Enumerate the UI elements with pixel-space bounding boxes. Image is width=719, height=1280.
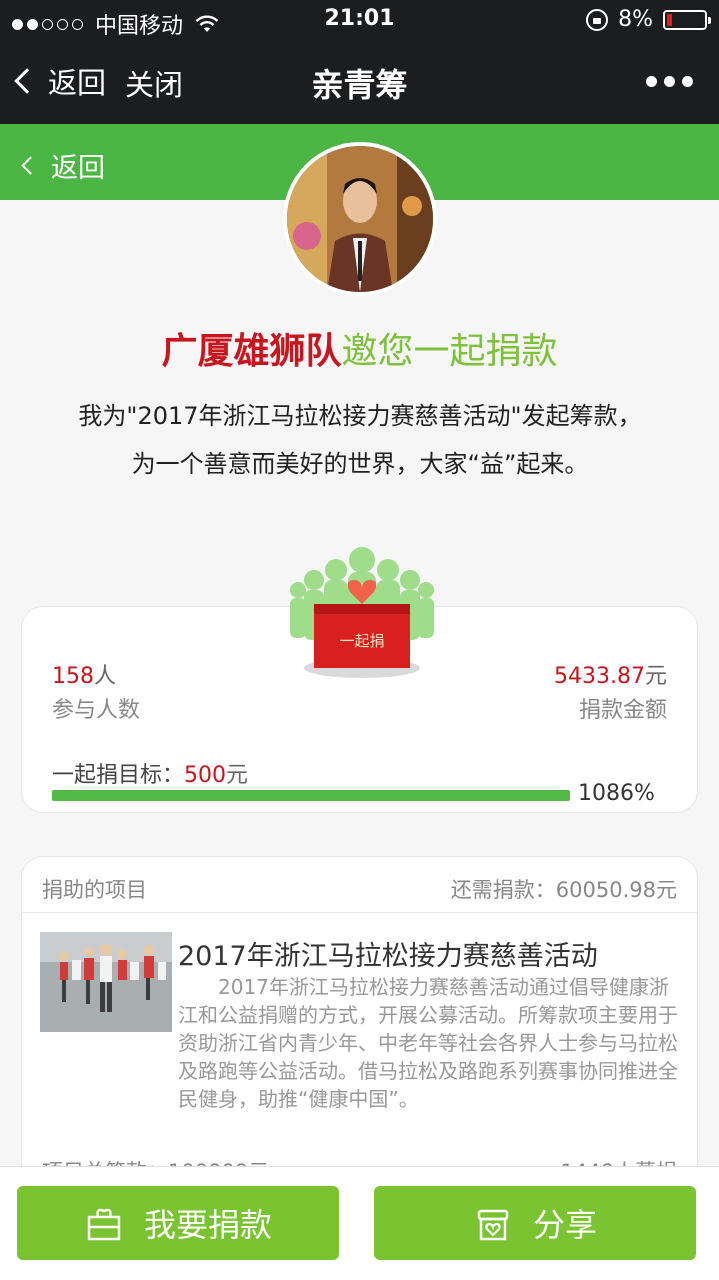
donation-box-icon: 一起捐 xyxy=(290,547,434,678)
fundraise-description: 我为"2017年浙江马拉松接力赛慈善活动"发起筹款，为一个善意而美好的世界，大家… xyxy=(78,402,642,478)
gift-box-icon xyxy=(87,1208,121,1241)
browser-nav-bar: 返回 关闭 亲青筹 xyxy=(0,40,719,124)
donation-box-label: 一起捐 xyxy=(339,632,384,650)
goal-unit: 元 xyxy=(226,763,249,788)
project-photo xyxy=(40,932,172,1032)
team-name: 广厦雄狮队 xyxy=(161,331,342,372)
project-description: 2017年浙江马拉松接力赛慈善活动通过倡导健康浙江和公益捐赠的方式，开展公募活动… xyxy=(178,975,678,1111)
battery-percent: 8% xyxy=(618,7,653,32)
goal-text: 一起捐目标：500元 xyxy=(52,757,248,789)
progress-fill xyxy=(52,790,570,801)
goal-label: 一起捐目标： xyxy=(52,763,185,788)
amount-label: 捐款金额 xyxy=(578,698,667,723)
more-options-icon[interactable] xyxy=(646,76,693,87)
share-button-label: 分享 xyxy=(532,1206,597,1244)
participants-number: 158 xyxy=(52,664,94,689)
amount-number: 5433.87 xyxy=(554,664,645,689)
share-gift-icon xyxy=(477,1209,509,1241)
battery-icon xyxy=(663,9,711,30)
page-back-label: 返回 xyxy=(51,153,105,184)
chevron-left-icon xyxy=(21,156,40,175)
project-title[interactable]: 2017年浙江马拉松接力赛慈善活动 xyxy=(178,934,598,973)
divider xyxy=(21,912,698,913)
status-bar: 中国移动 21:01 8% xyxy=(0,0,719,40)
rotation-lock-icon xyxy=(586,8,609,31)
nav-title: 亲青筹 xyxy=(311,66,408,104)
avatar xyxy=(283,142,437,296)
participants-unit: 人 xyxy=(94,664,117,689)
share-button[interactable]: 分享 xyxy=(374,1186,696,1260)
avatar-photo xyxy=(287,146,433,292)
participants-count: 158人 xyxy=(52,658,116,690)
project-section-label: 捐助的项目 xyxy=(42,878,147,902)
goal-value: 500 xyxy=(184,763,227,788)
remaining-amount: 还需捐款：60050.98元 xyxy=(450,878,677,902)
donate-button-label: 我要捐款 xyxy=(143,1206,272,1244)
invite-heading: 广厦雄狮队邀您一起捐款 xyxy=(0,322,719,374)
amount-unit: 元 xyxy=(644,664,667,689)
progress-percent: 1086% xyxy=(578,781,655,806)
page-back-button[interactable]: 返回 xyxy=(21,146,105,185)
invite-text: 邀您一起捐款 xyxy=(341,331,558,372)
donate-button[interactable]: 我要捐款 xyxy=(17,1186,339,1260)
project-thumbnail[interactable] xyxy=(40,932,172,1032)
donation-amount: 5433.87元 xyxy=(554,658,667,690)
participants-label: 参与人数 xyxy=(52,698,141,723)
progress-bar xyxy=(52,790,570,801)
